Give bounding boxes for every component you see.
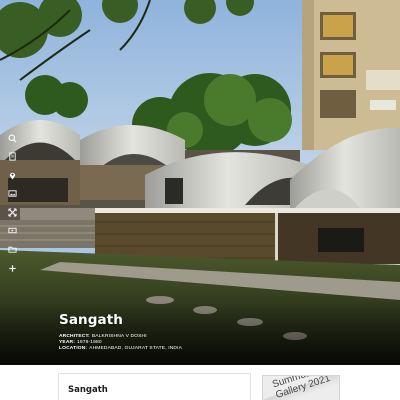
sangath-photo (0, 0, 400, 365)
meta-location-label: LOCATION: (59, 346, 88, 351)
side-toolbar (5, 132, 19, 281)
image-icon[interactable] (6, 188, 18, 200)
promo-thumbnail[interactable]: Summus Gallery 2021 (262, 375, 340, 400)
location-pin-icon[interactable] (6, 169, 18, 181)
search-icon[interactable] (6, 132, 18, 144)
expand-icon[interactable] (6, 206, 18, 218)
meta-location: LOCATION: AHMEDABAD, GUJARAT STATE, INDIA (59, 346, 182, 352)
project-title: Sangath (59, 312, 123, 328)
meta-architect-value: BALKRISHNA V DOSHI (91, 334, 147, 339)
meta-location-value: AHMEDABAD, GUJARAT STATE, INDIA (89, 346, 183, 351)
plus-icon[interactable] (6, 262, 18, 274)
hero-image: Sangath ARCHITECT: BALKRISHNA V DOSHI YEA… (0, 0, 400, 365)
meta-year-value: 1978-1980 (76, 340, 102, 345)
meta-architect-label: ARCHITECT: (59, 334, 90, 339)
content-title: Sangath (68, 385, 108, 395)
document-icon[interactable] (6, 151, 18, 163)
video-icon[interactable] (6, 225, 18, 237)
content-card: Sangath (58, 373, 251, 400)
folder-icon[interactable] (6, 244, 18, 256)
meta-year-label: YEAR: (59, 340, 75, 345)
project-caption: Sangath ARCHITECT: BALKRISHNA V DOSHI YEA… (59, 312, 182, 352)
content-area: Sangath Summus Gallery 2021 (0, 365, 400, 400)
